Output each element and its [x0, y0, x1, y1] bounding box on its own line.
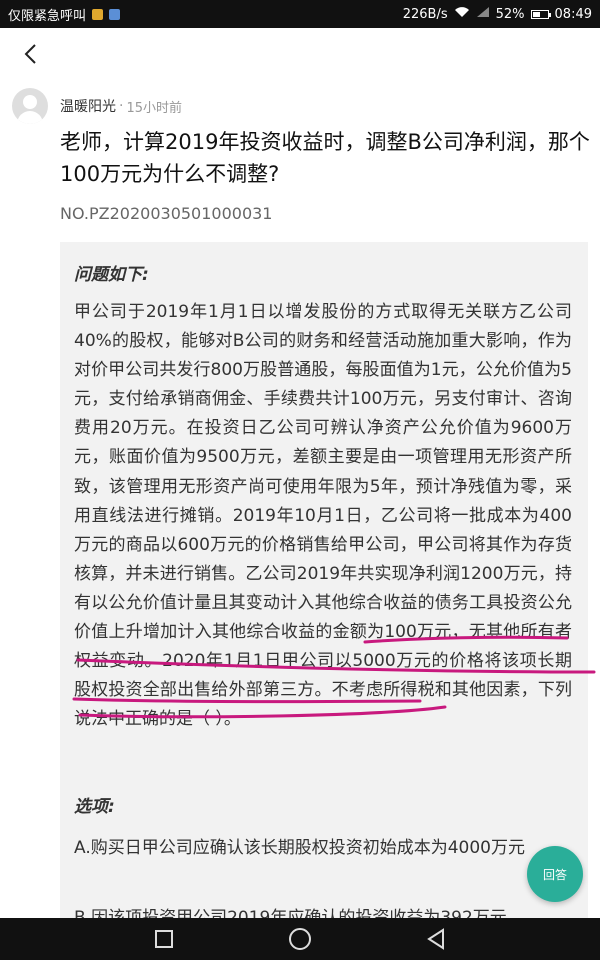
notification-app-icon — [92, 8, 104, 20]
question-body: 甲公司于2019年1月1日以增发股份的方式取得无关联方乙公司40%的股权，能够对… — [74, 302, 572, 730]
meta-separator: · — [119, 98, 124, 114]
question-title: 老师，计算2019年投资收益时，调整B公司净利润，那个100万元为什么不调整? — [60, 130, 590, 186]
avatar[interactable] — [12, 88, 48, 124]
options-heading: 选项: — [74, 797, 115, 817]
user-silhouette-icon — [23, 95, 37, 109]
recent-apps-button[interactable] — [151, 926, 177, 952]
problem-heading: 问题如下: — [74, 265, 149, 285]
top-nav — [0, 28, 600, 80]
triangle-back-icon — [427, 928, 444, 950]
circle-icon — [289, 928, 311, 950]
back-button[interactable] — [14, 38, 46, 70]
notification-message-icon — [109, 8, 121, 20]
carrier-text: 仅限紧急呼叫 — [8, 8, 87, 24]
back-nav-button[interactable] — [423, 926, 449, 952]
battery-level — [532, 11, 540, 17]
battery-icon — [530, 9, 551, 19]
post-time: 15小时前 — [126, 100, 182, 116]
status-bar: 仅限紧急呼叫 226B/s 52% 08:49 — [0, 0, 600, 28]
home-button[interactable] — [287, 926, 313, 952]
question-number: NO.PZ2020030501000031 — [60, 204, 273, 223]
signal-icon — [476, 6, 490, 22]
author-row: 温暖阳光 · 15小时前 — [12, 88, 182, 124]
author-name[interactable]: 温暖阳光 — [60, 96, 116, 116]
wifi-icon — [454, 6, 470, 22]
question-card: 问题如下: 甲公司于2019年1月1日以增发股份的方式取得无关联方乙公司40%的… — [60, 242, 588, 932]
avatar-body-shape — [17, 111, 43, 124]
system-nav-bar — [0, 918, 600, 960]
square-icon — [155, 930, 173, 948]
answer-button[interactable]: 回答 — [527, 846, 583, 902]
network-speed: 226B/s — [402, 6, 448, 22]
chevron-left-icon — [24, 44, 36, 64]
option-a[interactable]: A.购买日甲公司应确认该长期股权投资初始成本为4000万元 — [74, 834, 572, 862]
clock: 08:49 — [554, 6, 592, 22]
battery-percent: 52% — [495, 6, 525, 22]
